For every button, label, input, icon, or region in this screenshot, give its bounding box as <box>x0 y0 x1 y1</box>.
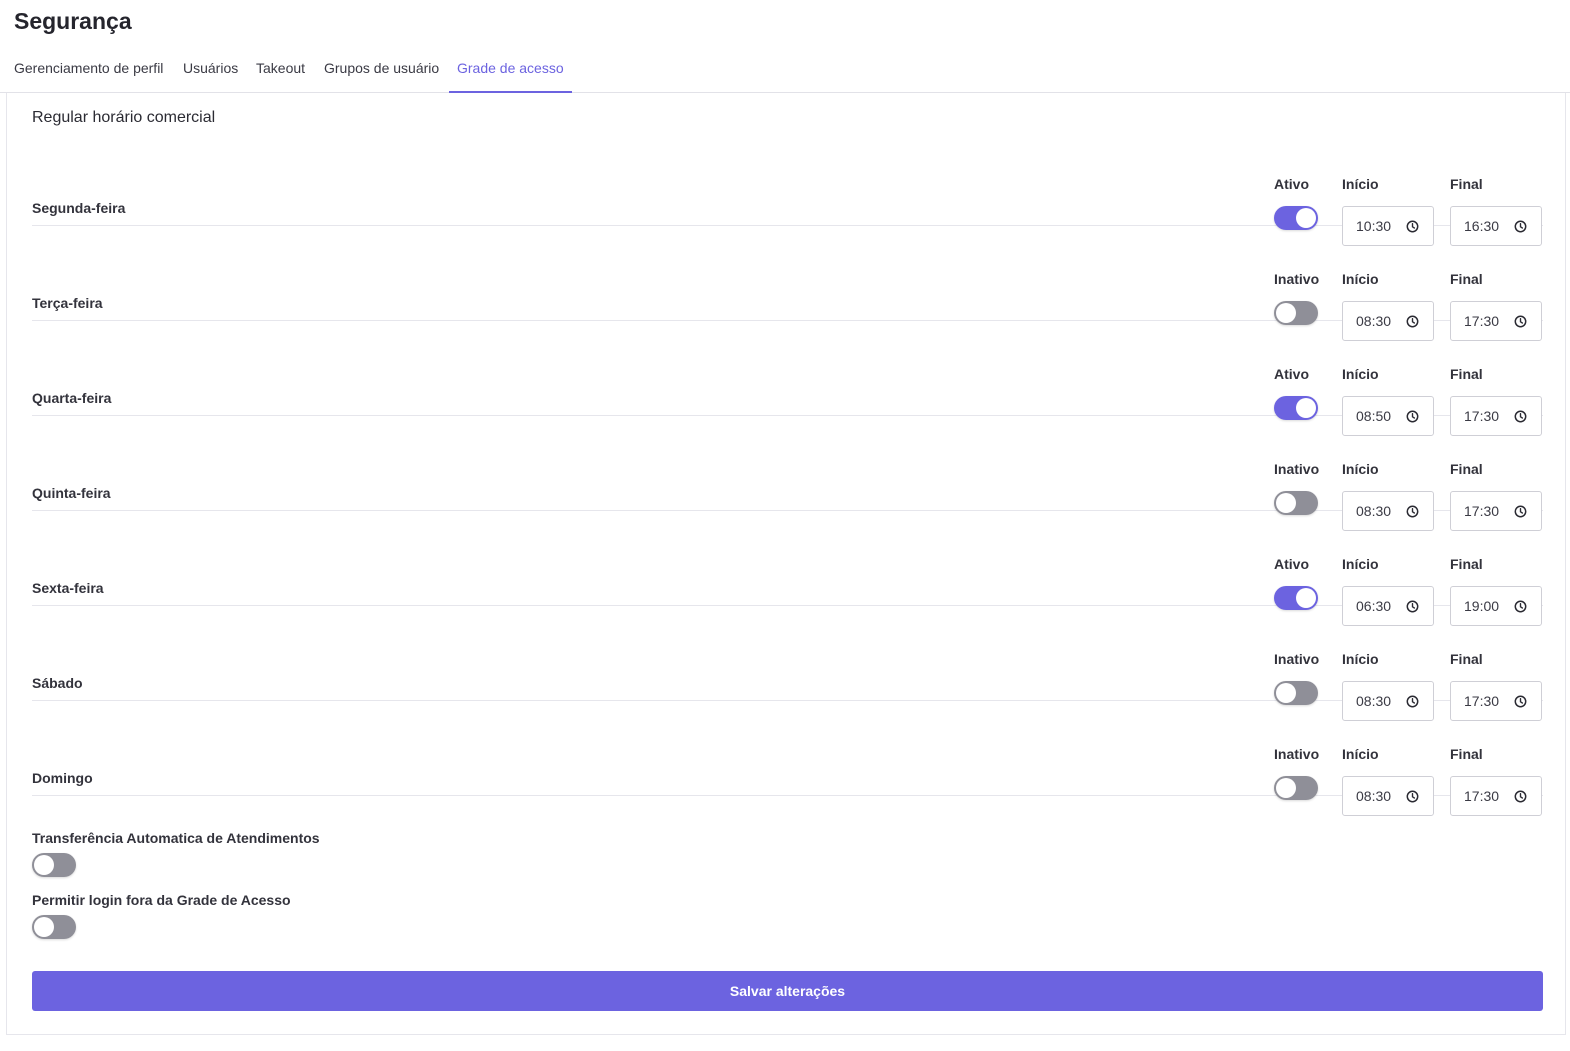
clock-icon[interactable] <box>1406 790 1419 803</box>
day-row: Terça-feira Inativo Início 08:30 Final 17:30 <box>32 226 1543 341</box>
toggle-knob <box>1276 683 1296 703</box>
start-time-value: 08:30 <box>1356 788 1392 804</box>
status-label: Ativo <box>1274 366 1309 382</box>
day-active-toggle[interactable] <box>1274 776 1318 800</box>
day-row: Segunda-feira Ativo Início 10:30 Final 16:30 <box>32 131 1543 246</box>
status-label: Inativo <box>1274 271 1320 287</box>
status-label: Inativo <box>1274 651 1320 667</box>
login-outside-label: Permitir login fora da Grade de Acesso <box>32 892 291 908</box>
end-label: Final <box>1450 366 1483 382</box>
day-row: Domingo Inativo Início 08:30 Final 17:30 <box>32 701 1543 816</box>
status-label: Inativo <box>1274 746 1320 762</box>
section-title: Regular horário comercial <box>32 109 216 126</box>
login-outside-toggle[interactable] <box>32 915 76 939</box>
end-label: Final <box>1450 556 1483 572</box>
day-row: Quarta-feira Ativo Início 08:50 Final 17:30 <box>32 321 1543 436</box>
end-label: Final <box>1450 461 1483 477</box>
toggle-knob <box>34 855 54 875</box>
tab-bar: Gerenciamento de perfil Usuários Takeout… <box>0 52 1570 93</box>
toggle-knob <box>34 917 54 937</box>
toggle-knob <box>1276 303 1296 323</box>
start-label: Início <box>1342 746 1379 762</box>
start-label: Início <box>1342 366 1379 382</box>
end-label: Final <box>1450 176 1483 192</box>
tab-access-grid[interactable]: Grade de acesso <box>449 60 572 93</box>
tab-users[interactable]: Usuários <box>183 60 238 91</box>
auto-transfer-label: Transferência Automatica de Atendimentos <box>32 830 320 846</box>
start-label: Início <box>1342 651 1379 667</box>
end-label: Final <box>1450 746 1483 762</box>
toggle-knob <box>1276 778 1296 798</box>
day-name: Quarta-feira <box>32 390 112 406</box>
day-name: Sábado <box>32 675 83 691</box>
tab-profile-management[interactable]: Gerenciamento de perfil <box>14 60 163 91</box>
end-time-input[interactable]: 17:30 <box>1450 776 1542 816</box>
save-button[interactable]: Salvar alterações <box>32 971 1543 1011</box>
end-time-value: 17:30 <box>1464 788 1500 804</box>
start-label: Início <box>1342 271 1379 287</box>
auto-transfer-toggle[interactable] <box>32 853 76 877</box>
tab-takeout[interactable]: Takeout <box>256 60 305 91</box>
day-name: Domingo <box>32 770 93 786</box>
start-time-input[interactable]: 08:30 <box>1342 776 1434 816</box>
status-label: Ativo <box>1274 556 1309 572</box>
toggle-knob <box>1296 208 1316 228</box>
day-name: Terça-feira <box>32 295 103 311</box>
day-name: Quinta-feira <box>32 485 111 501</box>
clock-icon[interactable] <box>1514 790 1527 803</box>
start-label: Início <box>1342 176 1379 192</box>
status-label: Ativo <box>1274 176 1309 192</box>
access-grid-card: Regular horário comercial Segunda-feira A… <box>6 93 1566 1035</box>
toggle-knob <box>1296 398 1316 418</box>
day-row: Quinta-feira Inativo Início 08:30 Final 17:30 <box>32 416 1543 531</box>
page-title: Segurança <box>14 8 132 34</box>
day-row: Sábado Inativo Início 08:30 Final 17:30 <box>32 606 1543 721</box>
status-label: Inativo <box>1274 461 1320 477</box>
day-row: Sexta-feira Ativo Início 06:30 Final 19:00 <box>32 511 1543 626</box>
end-label: Final <box>1450 651 1483 667</box>
tab-user-groups[interactable]: Grupos de usuário <box>324 60 439 91</box>
start-label: Início <box>1342 556 1379 572</box>
day-name: Sexta-feira <box>32 580 104 596</box>
start-label: Início <box>1342 461 1379 477</box>
toggle-knob <box>1296 588 1316 608</box>
end-label: Final <box>1450 271 1483 287</box>
day-name: Segunda-feira <box>32 200 126 216</box>
toggle-knob <box>1276 493 1296 513</box>
